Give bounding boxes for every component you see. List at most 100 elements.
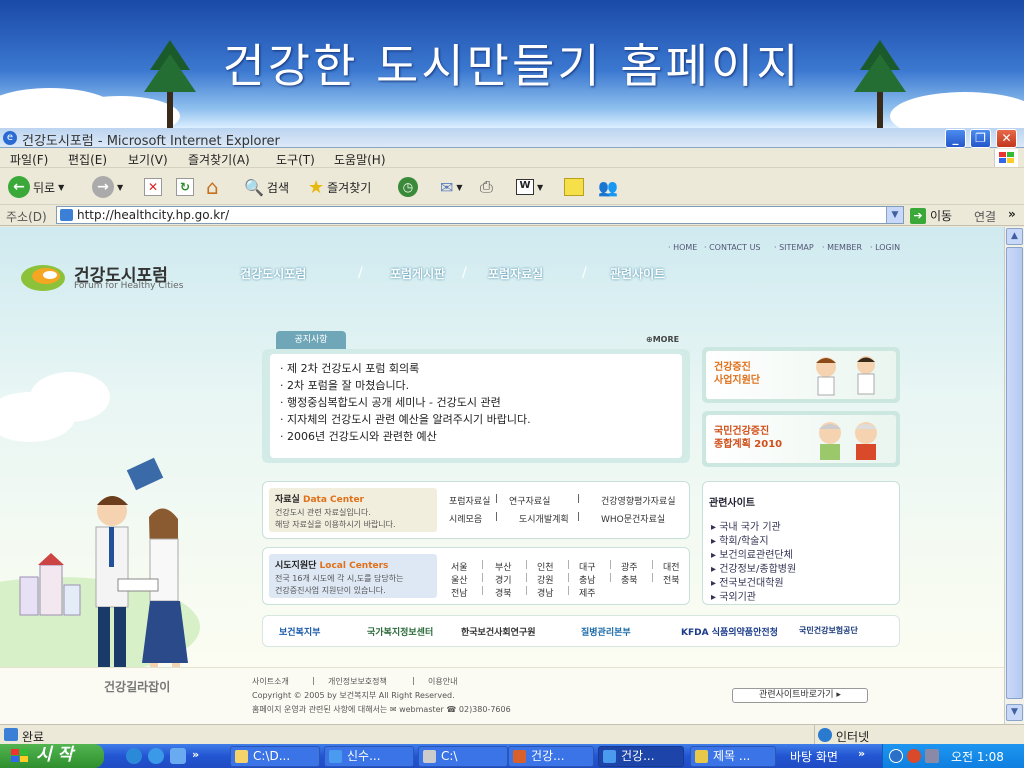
mail-button[interactable]: ✉ ▼ (440, 175, 463, 199)
region-link[interactable]: 부산 (495, 560, 512, 573)
messenger-button[interactable]: 👥 (598, 175, 618, 199)
ie-icon[interactable] (148, 748, 164, 764)
region-link[interactable]: 광주 (621, 560, 638, 573)
task-paint[interactable]: 제목 ... (690, 746, 776, 767)
link-urban-plan[interactable]: 도시개발계획 (519, 512, 569, 525)
link-cases[interactable]: 시례모음 (449, 512, 482, 525)
region-link[interactable]: 경북 (495, 586, 512, 599)
gnav-forum[interactable]: 건강도시포럼 (240, 265, 306, 282)
scroll-up-icon[interactable]: ▲ (1006, 228, 1023, 245)
menu-favorites[interactable]: 즐겨찾기(A) (188, 151, 250, 168)
footer-link-guide[interactable]: 이용안내 (428, 676, 457, 687)
related-item[interactable]: ▸ 건강정보/종합병원 (711, 560, 796, 575)
region-link[interactable]: 전북 (663, 573, 680, 586)
task-folder[interactable]: C:\D... (230, 746, 320, 767)
menu-tools[interactable]: 도구(T) (276, 151, 315, 168)
region-link[interactable]: 제주 (579, 586, 596, 599)
close-button[interactable]: ✕ (996, 129, 1017, 148)
restore-button[interactable]: ❐ (970, 129, 991, 148)
org-mohw[interactable]: 보건복지부 (279, 625, 320, 638)
region-link[interactable]: 강원 (537, 573, 554, 586)
favorites-button[interactable]: ★ 즐겨찾기 (308, 175, 371, 199)
forward-button[interactable]: → ▼ (92, 175, 123, 199)
stop-button[interactable]: ✕ (144, 175, 162, 199)
network-icon[interactable] (889, 749, 903, 763)
related-item[interactable]: ▸ 보건의료관련단체 (711, 546, 793, 561)
region-link[interactable]: 충북 (621, 573, 638, 586)
link-research[interactable]: 연구자료실 (509, 494, 550, 507)
banner-health-support[interactable]: 건강증진 사업지원단 (702, 347, 900, 403)
task-ie-1[interactable]: 신수... (324, 746, 414, 767)
topnav-member[interactable]: · MEMBER (822, 243, 862, 252)
print-button[interactable]: ⎙ (480, 175, 493, 199)
footer-link-about[interactable]: 사이트소개 (252, 676, 289, 687)
region-link[interactable]: 인천 (537, 560, 554, 573)
link-forum-archive[interactable]: 포럼자료실 (449, 494, 490, 507)
region-link[interactable]: 울산 (451, 573, 468, 586)
org-kcdc[interactable]: 질병관리본부 (581, 625, 631, 638)
org-nhic[interactable]: 국민건강보험공단 (799, 625, 858, 636)
region-link[interactable]: 경기 (495, 573, 512, 586)
topnav-sitemap[interactable]: · SITEMAP (774, 243, 814, 252)
desktop-toolbar-label[interactable]: 바탕 화면 (790, 748, 838, 765)
notice-item[interactable]: · 2차 포럼을 잘 마쳤습니다. (280, 377, 409, 393)
chevron-right-icon[interactable]: » (192, 748, 199, 764)
clock[interactable]: 오전 1:08 (951, 748, 1004, 765)
back-button[interactable]: ← 뒤로 ▼ (8, 175, 64, 199)
search-button[interactable]: 🔍 검색 (244, 175, 289, 199)
notice-item[interactable]: · 2006년 건강도시와 관련한 예산 (280, 428, 437, 444)
topnav-login[interactable]: · LOGIN (870, 243, 900, 252)
link-who[interactable]: WHO문건자료실 (601, 512, 665, 525)
media-icon[interactable] (126, 748, 142, 764)
vertical-scrollbar[interactable]: ▲ ▼ (1004, 227, 1024, 724)
task-drive[interactable]: C:\ (418, 746, 508, 767)
more-link[interactable]: ⊕MORE (646, 335, 679, 344)
home-button[interactable]: ⌂ (206, 175, 219, 199)
region-link[interactable]: 대구 (579, 560, 596, 573)
gnav-board[interactable]: 포럼게시판 (390, 265, 445, 282)
related-item[interactable]: ▸ 전국보건대학원 (711, 574, 784, 589)
region-link[interactable]: 서울 (451, 560, 468, 573)
footer-link-privacy[interactable]: 개인정보보호정책 (328, 676, 387, 687)
related-item[interactable]: ▸ 국내 국가 기관 (711, 518, 781, 533)
monitor-icon[interactable] (925, 749, 939, 763)
chevron-right-icon[interactable]: » (1008, 207, 1016, 221)
region-link[interactable]: 경남 (537, 586, 554, 599)
links-label[interactable]: 연결 (974, 208, 996, 225)
history-button[interactable]: ◷ (398, 175, 418, 199)
topnav-contact[interactable]: · CONTACT US (704, 243, 761, 252)
start-button[interactable]: 시 작 (0, 744, 104, 768)
tab-notice[interactable]: 공지사항 (276, 331, 346, 349)
discuss-button[interactable] (564, 175, 584, 199)
menu-edit[interactable]: 편집(E) (68, 151, 107, 168)
region-link[interactable]: 전남 (451, 586, 468, 599)
banner-national-plan[interactable]: 국민건강증진 종합계획 2010 (702, 411, 900, 467)
address-dropdown-icon[interactable]: ▼ (886, 207, 903, 223)
notice-item[interactable]: · 지자체의 건강도시 관련 예산을 알려주시기 바랍니다. (280, 411, 531, 427)
scroll-down-icon[interactable]: ▼ (1006, 704, 1023, 721)
task-ie-active[interactable]: 건강... (598, 746, 684, 767)
address-input[interactable]: http://healthcity.hp.go.kr/ ▼ (56, 206, 904, 224)
org-kfda[interactable]: KFDA 식품의약품안전청 (681, 625, 778, 638)
refresh-button[interactable]: ↻ (176, 175, 194, 199)
gnav-related[interactable]: 관련사이트 (610, 265, 665, 282)
go-button[interactable]: ➔ 이동 (910, 207, 952, 224)
region-link[interactable]: 충남 (579, 573, 596, 586)
chevron-right-icon[interactable]: » (858, 747, 865, 760)
region-link[interactable]: 대전 (663, 560, 680, 573)
related-sites-shortcut-button[interactable]: 관련사이트바로가기 ▸ (732, 688, 868, 703)
menu-help[interactable]: 도움말(H) (334, 151, 386, 168)
desktop-icon[interactable] (170, 748, 186, 764)
topnav-home[interactable]: · HOME (668, 243, 697, 252)
scroll-thumb[interactable] (1006, 247, 1023, 699)
related-item[interactable]: ▸ 학회/학술지 (711, 532, 769, 547)
link-hia[interactable]: 건강영향평가자료실 (601, 494, 676, 507)
menu-file[interactable]: 파일(F) (10, 151, 48, 168)
menu-view[interactable]: 보기(V) (128, 151, 168, 168)
edit-button[interactable]: W ▼ (516, 175, 543, 199)
org-welfare-info[interactable]: 국가복지정보센터 (367, 625, 433, 638)
task-ppt[interactable]: 건강... (508, 746, 594, 767)
notice-item[interactable]: · 행정중심복합도시 공개 세미나 - 건강도시 관련 (280, 394, 501, 410)
related-item[interactable]: ▸ 국외기관 (711, 588, 756, 603)
gnav-archive[interactable]: 포럼자료실 (488, 265, 543, 282)
